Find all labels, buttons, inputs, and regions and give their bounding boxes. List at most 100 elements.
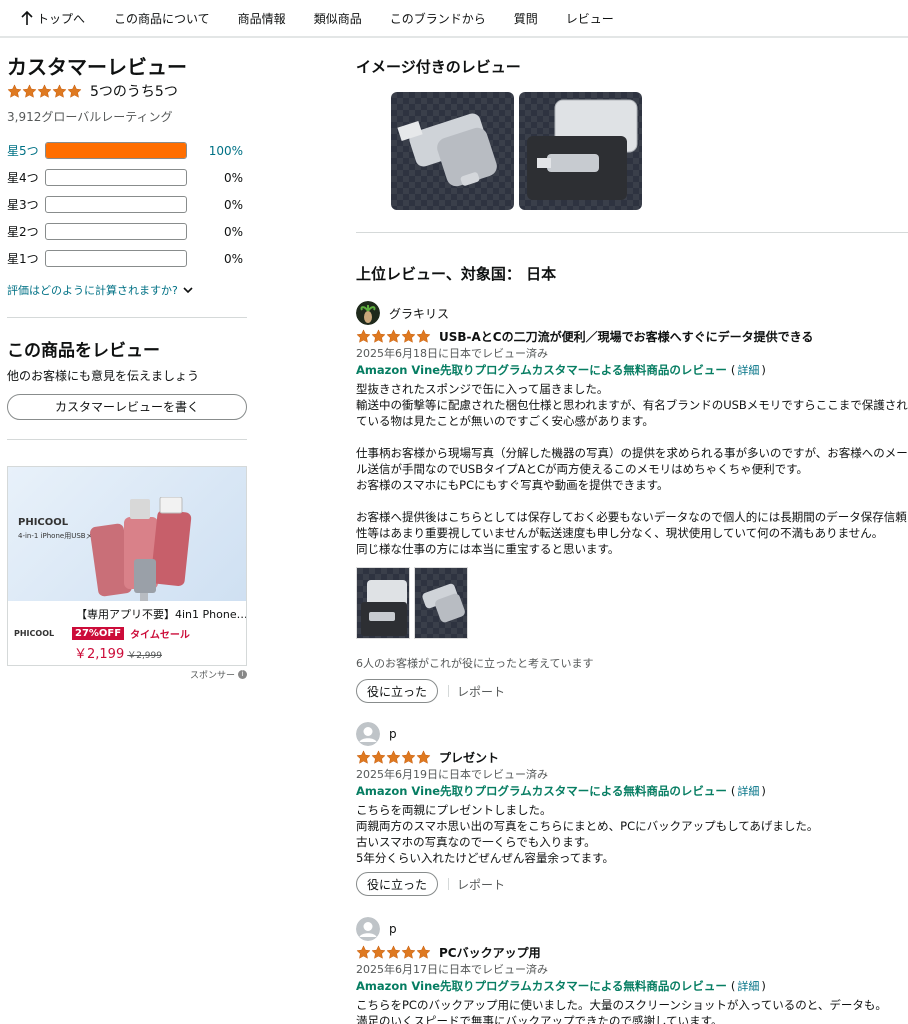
sponsored-ad[interactable]: PHICOOL 4-in-1 iPhone用USBメモリ 【専用アプリ不要】4i… [7, 466, 247, 666]
star-icon [22, 84, 37, 99]
histogram-label[interactable]: 星5つ [7, 142, 45, 159]
review-photo-thumbnail[interactable] [414, 567, 468, 639]
histogram-bar[interactable] [45, 142, 187, 159]
avatar[interactable] [356, 301, 380, 325]
vine-badge: Amazon Vine先取りプログラムカスタマーによる無料商品のレビュー ( 詳… [356, 783, 908, 799]
star-icon [52, 84, 67, 99]
divider [7, 317, 247, 318]
report-link[interactable]: レポート [457, 876, 505, 893]
histogram-row-2: 星2つ 0% [7, 218, 247, 245]
vine-paren-close: ) [761, 363, 766, 377]
review-stars[interactable] [356, 750, 431, 765]
review-header: PCバックアップ用 [356, 944, 908, 960]
review-title[interactable]: PCバックアップ用 [439, 944, 541, 961]
ad-price: ￥2,199 ￥2,999 [8, 643, 246, 662]
review-title[interactable]: プレゼント [439, 749, 499, 766]
ad-product-title[interactable]: 【専用アプリ不要】4in1 Phone… [8, 601, 246, 622]
ad-discount-badge: 27%OFF [72, 627, 125, 640]
usb-swivel-photo [422, 583, 465, 623]
global-rating-count: 3,912グローバルレーティング [7, 110, 173, 124]
nav-product-info-link[interactable]: 商品情報 [238, 10, 286, 27]
review-photos [356, 567, 908, 639]
review-card: p プレゼント 2025年6月19日に日本でレビュー済み Amazon Vine… [356, 721, 908, 896]
review-title[interactable]: USB-AとCの二刀流が便利／現場でお客様へすぐにデータ提供できる [439, 328, 813, 345]
customer-reviews-title: カスタマーレビュー [7, 55, 187, 79]
review-date: 2025年6月19日に日本でレビュー済み [356, 768, 548, 781]
review-body: こちらを両親にプレゼントしました。 両親両方のスマホ思い出の写真をこちらにまとめ… [356, 802, 908, 866]
review-image-thumbnail[interactable] [519, 92, 642, 210]
ad-old-price: ￥2,999 [127, 651, 162, 661]
star-icon [386, 945, 401, 960]
nav-brand-link[interactable]: このブランドから [390, 10, 486, 27]
vine-details-link[interactable]: 詳細 [737, 362, 759, 378]
vine-details-link[interactable]: 詳細 [737, 978, 759, 994]
review-header: プレゼント [356, 749, 908, 765]
reviewer-name[interactable]: p [389, 727, 397, 741]
reviewer-profile[interactable]: グラキリス [356, 300, 908, 326]
default-user-icon [356, 917, 380, 941]
how-ratings-calculated-label: 評価はどのように計算されますか? [7, 284, 178, 297]
vine-badge: Amazon Vine先取りプログラムカスタマーによる無料商品のレビュー ( 詳… [356, 362, 908, 378]
review-line: 古いスマホの写真なので一くらでも入ります。 [356, 835, 596, 849]
info-icon[interactable]: i [238, 670, 247, 679]
overall-rating: 5つのうち5つ [7, 82, 247, 100]
star-icon [371, 329, 386, 344]
histogram-percent[interactable]: 100% [187, 144, 243, 158]
review-line: ル送信が手間なのでUSBタイプAとCが両方使えるこのメモリはめちゃくちゃ便利です… [356, 462, 809, 476]
top-navigation: トップへ この商品について 商品情報 類似商品 このブランドから 質問 レビュー [0, 0, 908, 38]
nav-top-link[interactable]: トップへ [20, 10, 85, 27]
reviewer-profile[interactable]: p [356, 721, 908, 747]
review-stars[interactable] [356, 945, 431, 960]
review-photo-thumbnail[interactable] [356, 567, 410, 639]
histogram-percent: 0% [223, 170, 243, 185]
reviewer-name[interactable]: p [389, 922, 397, 936]
reviewer-name[interactable]: グラキリス [389, 305, 449, 322]
how-ratings-calculated-link[interactable]: 評価はどのように計算されますか? [7, 282, 247, 298]
plant-avatar-image [356, 301, 380, 325]
review-this-product-text: 他のお客様にも意見を伝えましょう [7, 369, 200, 383]
review-card: グラキリス USB-AとCの二刀流が便利／現場でお客様へすぐにデータ提供できる … [356, 300, 908, 703]
vine-details-link[interactable]: 詳細 [737, 783, 759, 799]
helpful-button[interactable]: 役に立った [356, 872, 439, 896]
star-icon [401, 750, 416, 765]
review-card: p PCバックアップ用 2025年6月17日に日本でレビュー済み Amazon … [356, 916, 908, 1024]
reviewer-profile[interactable]: p [356, 916, 908, 942]
report-link[interactable]: レポート [457, 683, 505, 700]
histogram-bar [45, 250, 187, 267]
ad-product-image[interactable]: PHICOOL 4-in-1 iPhone用USBメモリ [8, 467, 246, 601]
sponsored-label[interactable]: スポンサー i [7, 668, 247, 681]
usb-tin-case-photo [361, 580, 407, 636]
helpful-button[interactable]: 役に立った [356, 679, 439, 703]
nav-questions-link[interactable]: 質問 [514, 10, 538, 27]
star-icon [401, 945, 416, 960]
nav-reviews-link[interactable]: レビュー [566, 10, 614, 27]
usb-swivel-photo [397, 113, 497, 187]
review-line: 5年分くらい入れたけどぜんぜん容量余ってます。 [356, 851, 615, 865]
review-body: 型抜きされたスポンジで缶に入って届きました。 輸送中の衝撃等に配慮された梱包仕様… [356, 381, 908, 557]
histogram-percent: 0% [223, 251, 243, 266]
review-body: こちらをPCのバックアップ用に使いました。大量のスクリーンショットが入っているの… [356, 997, 908, 1024]
write-review-button[interactable]: カスタマーレビューを書く [7, 394, 247, 420]
star-icon [7, 84, 22, 99]
star-icon [416, 945, 431, 960]
avatar[interactable] [356, 917, 380, 941]
chevron-down-icon [183, 286, 193, 293]
histogram-row-5[interactable]: 星5つ 100% [7, 137, 247, 164]
separator [448, 878, 450, 890]
review-header: USB-AとCの二刀流が便利／現場でお客様へすぐにデータ提供できる [356, 328, 908, 344]
nav-about-link[interactable]: この商品について [114, 10, 210, 27]
star-icon [356, 329, 371, 344]
histogram-bar [45, 169, 187, 186]
nav-similar-link[interactable]: 類似商品 [314, 10, 362, 27]
review-line: ている物は見たことが無いのですごく安心感があります。 [356, 414, 654, 428]
review-line: 両親両方のスマホ思い出の写真をこちらにまとめ、PCにバックアップもしてあげました… [356, 819, 819, 833]
review-stars[interactable] [356, 329, 431, 344]
review-image-thumbnail[interactable] [391, 92, 514, 210]
usb-drive-illustration [90, 497, 192, 601]
avatar[interactable] [356, 722, 380, 746]
review-actions: 役に立った レポート [356, 872, 908, 896]
review-line: 性等はあまり重要視していませんが転送速度も申し分なく、現状使用していて何の不満も… [356, 526, 884, 540]
vine-label: Amazon Vine先取りプログラムカスタマーによる無料商品のレビュー [356, 784, 727, 798]
histogram-bar-fill [46, 143, 186, 158]
review-line: お客様のスマホにもPCにもすぐ写真や動画を提供できます。 [356, 478, 669, 492]
